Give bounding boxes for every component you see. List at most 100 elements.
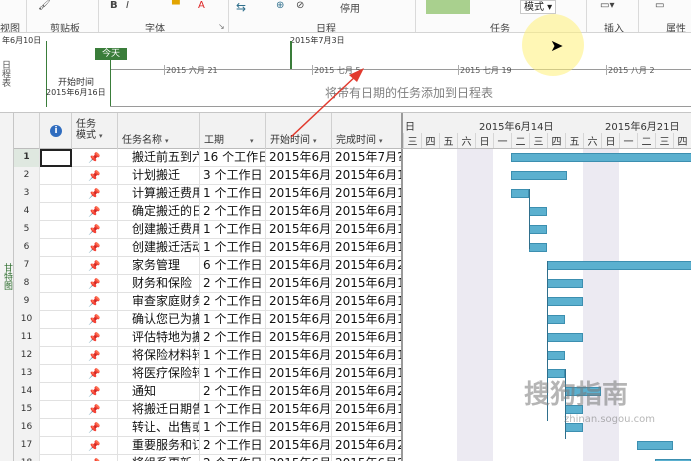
finish-cell[interactable]: 2015年6月1 — [332, 203, 401, 221]
task-mode-cell[interactable]: 📌 — [72, 275, 118, 293]
task-name-cell[interactable]: 将组系更新 — [118, 455, 200, 461]
task-name-cell[interactable]: 将保险材料转 — [118, 347, 200, 365]
row-number[interactable]: 18 — [14, 455, 40, 461]
info-cell[interactable] — [40, 149, 72, 167]
finish-cell[interactable]: 2015年6月1 — [332, 293, 401, 311]
task-name-cell[interactable]: 搬迁前五到六周 — [118, 149, 200, 167]
row-number[interactable]: 2 — [14, 167, 40, 185]
row-number[interactable]: 7 — [14, 257, 40, 275]
duration-cell[interactable]: 3 个工作日 — [200, 167, 266, 185]
start-cell[interactable]: 2015年6月1 — [266, 149, 332, 167]
task-name-cell[interactable]: 评估特地为搬 — [118, 329, 200, 347]
duration-cell[interactable]: 1 个工作日 — [200, 401, 266, 419]
start-cell[interactable]: 2015年6月1 — [266, 401, 332, 419]
task-name-cell[interactable]: 计划搬迁 — [118, 167, 200, 185]
finish-cell[interactable]: 2015年6月2 — [332, 257, 401, 275]
start-cell[interactable]: 2015年6月2 — [266, 437, 332, 455]
task-name-cell[interactable]: 重要服务和订 — [118, 437, 200, 455]
gantt-task-bar[interactable] — [529, 225, 547, 234]
task-mode-cell[interactable]: 📌 — [72, 455, 118, 461]
split-task-icon[interactable]: ⊕ — [276, 0, 284, 11]
info-cell[interactable] — [40, 257, 72, 275]
duration-cell[interactable]: 2 个工作日 — [200, 455, 266, 461]
start-column-header[interactable]: 开始时间 ▾ — [266, 113, 332, 149]
task-mode-cell[interactable]: 📌 — [72, 167, 118, 185]
info-cell[interactable] — [40, 419, 72, 437]
info-cell[interactable] — [40, 239, 72, 257]
row-number[interactable]: 9 — [14, 293, 40, 311]
task-color-swatch[interactable] — [426, 0, 470, 14]
duration-cell[interactable]: 6 个工作日 — [200, 257, 266, 275]
info-cell[interactable] — [40, 203, 72, 221]
start-cell[interactable]: 2015年6月1 — [266, 347, 332, 365]
finish-cell[interactable]: 2015年6月1 — [332, 311, 401, 329]
select-all-corner[interactable] — [14, 113, 40, 149]
start-cell[interactable]: 2015年6月1 — [266, 293, 332, 311]
table-row[interactable]: 14 📌 通知 2 个工作日 2015年6月1 2015年6月2 — [14, 383, 401, 401]
info-cell[interactable] — [40, 185, 72, 203]
gantt-task-bar[interactable] — [547, 297, 583, 306]
info-cell[interactable] — [40, 275, 72, 293]
table-row[interactable]: 2 📌 计划搬迁 3 个工作日 2015年6月1 2015年6月1 — [14, 167, 401, 185]
finish-cell[interactable]: 2015年6月1 — [332, 347, 401, 365]
table-row[interactable]: 13 📌 将医疗保险转 1 个工作日 2015年6月1 2015年6月1 — [14, 365, 401, 383]
duration-cell[interactable]: 1 个工作日 — [200, 239, 266, 257]
info-cell[interactable] — [40, 437, 72, 455]
task-mode-cell[interactable]: 📌 — [72, 419, 118, 437]
info-column-header[interactable]: i — [40, 113, 72, 149]
row-number[interactable]: 4 — [14, 203, 40, 221]
finish-cell[interactable]: 2015年6月1 — [332, 185, 401, 203]
gantt-task-bar[interactable] — [547, 261, 691, 270]
gantt-task-bar[interactable] — [529, 207, 547, 216]
timeline-pane[interactable]: 日程表 年6月10日 2015年7月3日 今天 开始时间 2015年6月16日 … — [0, 33, 691, 113]
start-cell[interactable]: 2015年6月2 — [266, 455, 332, 461]
table-row[interactable]: 18📌将组系更新2 个工作日2015年6月22015年6月2 — [14, 455, 401, 461]
info-cell[interactable] — [40, 293, 72, 311]
finish-cell[interactable]: 2015年6月1 — [332, 329, 401, 347]
chevron-down-icon[interactable]: ▾ — [165, 137, 169, 145]
start-cell[interactable]: 2015年6月1 — [266, 365, 332, 383]
table-row[interactable]: 4 📌 确定搬迁的日 2 个工作日 2015年6月1 2015年6月1 — [14, 203, 401, 221]
info-cell[interactable] — [40, 401, 72, 419]
finish-cell[interactable]: 2015年6月2 — [332, 383, 401, 401]
table-row[interactable]: 1 📌 搬迁前五到六周16 个工作日2015年6月12015年7月? — [14, 149, 401, 167]
task-mode-cell[interactable]: 📌 — [72, 437, 118, 455]
duration-cell[interactable]: 1 个工作日 — [200, 365, 266, 383]
gantt-task-bar[interactable] — [547, 279, 583, 288]
table-row[interactable]: 7 📌 家务管理 6 个工作日 2015年6月1 2015年6月2 — [14, 257, 401, 275]
task-mode-column-header[interactable]: 任务 模式 ▾ — [72, 113, 118, 149]
gantt-task-bar[interactable] — [529, 243, 547, 252]
start-cell[interactable]: 2015年6月1 — [266, 167, 332, 185]
duration-cell[interactable]: 1 个工作日 — [200, 311, 266, 329]
start-cell[interactable]: 2015年6月1 — [266, 275, 332, 293]
task-mode-cell[interactable]: 📌 — [72, 293, 118, 311]
finish-cell[interactable]: 2015年6月1 — [332, 221, 401, 239]
task-name-cell[interactable]: 将医疗保险转 — [118, 365, 200, 383]
info-cell[interactable] — [40, 383, 72, 401]
link-tasks-icon[interactable]: ⇆ — [236, 0, 246, 14]
duration-cell[interactable]: 2 个工作日 — [200, 203, 266, 221]
start-cell[interactable]: 2015年6月1 — [266, 329, 332, 347]
task-mode-cell[interactable]: 📌 — [72, 383, 118, 401]
task-name-cell[interactable]: 家务管理 — [118, 257, 200, 275]
inactivate-button[interactable]: 停用 — [340, 0, 360, 15]
gantt-task-bar[interactable] — [547, 333, 583, 342]
table-row[interactable]: 5 📌 创建搬迁费用 1 个工作日 2015年6月1 2015年6月1 — [14, 221, 401, 239]
info-cell[interactable] — [40, 329, 72, 347]
table-row[interactable]: 6 📌 创建搬迁活动 1 个工作日 2015年6月1 2015年6月1 — [14, 239, 401, 257]
task-grid[interactable]: 1📌搬迁前五到六周16 个工作日2015年6月12015年7月?2📌计划搬迁3 … — [14, 149, 401, 461]
start-cell[interactable]: 2015年6月1 — [266, 419, 332, 437]
finish-cell[interactable]: 2015年6月1 — [332, 401, 401, 419]
start-cell[interactable]: 2015年6月1 — [266, 185, 332, 203]
mode-dropdown[interactable]: 模式 ▾ — [520, 0, 557, 14]
row-number[interactable]: 10 — [14, 311, 40, 329]
finish-cell[interactable]: 2015年6月1 — [332, 419, 401, 437]
task-name-cell[interactable]: 审查家庭财务 — [118, 293, 200, 311]
duration-cell[interactable]: 2 个工作日 — [200, 329, 266, 347]
start-cell[interactable]: 2015年6月1 — [266, 257, 332, 275]
task-name-cell[interactable]: 通知 — [118, 383, 200, 401]
task-mode-cell[interactable]: 📌 — [72, 239, 118, 257]
table-row[interactable]: 12 📌 将保险材料转 1 个工作日 2015年6月1 2015年6月1 — [14, 347, 401, 365]
view-bar[interactable]: 甘特图 — [0, 113, 14, 461]
start-cell[interactable]: 2015年6月1 — [266, 221, 332, 239]
